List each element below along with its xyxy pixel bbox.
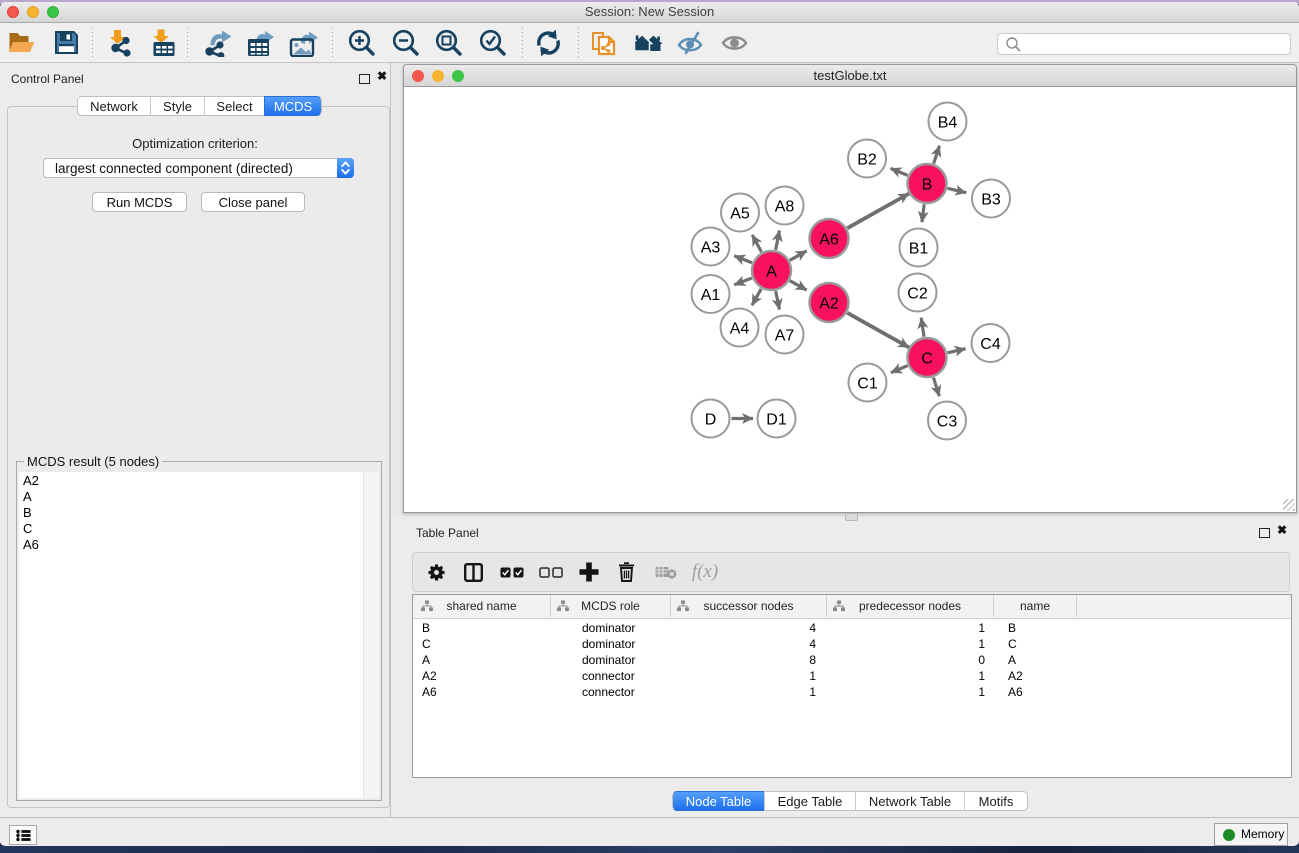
svg-text:A6: A6 <box>819 231 839 248</box>
svg-text:A2: A2 <box>819 295 839 312</box>
svg-text:B1: B1 <box>909 240 929 257</box>
svg-text:B4: B4 <box>938 114 958 131</box>
svg-text:D1: D1 <box>766 411 787 428</box>
svg-text:A5: A5 <box>730 205 750 222</box>
svg-text:A1: A1 <box>701 287 721 304</box>
svg-text:A4: A4 <box>730 320 750 337</box>
svg-text:B3: B3 <box>981 191 1001 208</box>
svg-text:C: C <box>921 350 933 367</box>
svg-text:A7: A7 <box>775 327 795 344</box>
svg-text:A8: A8 <box>775 198 795 215</box>
svg-text:B: B <box>922 176 933 193</box>
svg-text:D: D <box>705 411 717 428</box>
svg-text:B2: B2 <box>857 151 877 168</box>
svg-text:A3: A3 <box>701 239 721 256</box>
svg-text:C4: C4 <box>980 336 1001 353</box>
svg-text:C1: C1 <box>857 375 878 392</box>
svg-text:C2: C2 <box>907 285 928 302</box>
svg-text:C3: C3 <box>937 413 958 430</box>
svg-text:A: A <box>766 263 777 280</box>
